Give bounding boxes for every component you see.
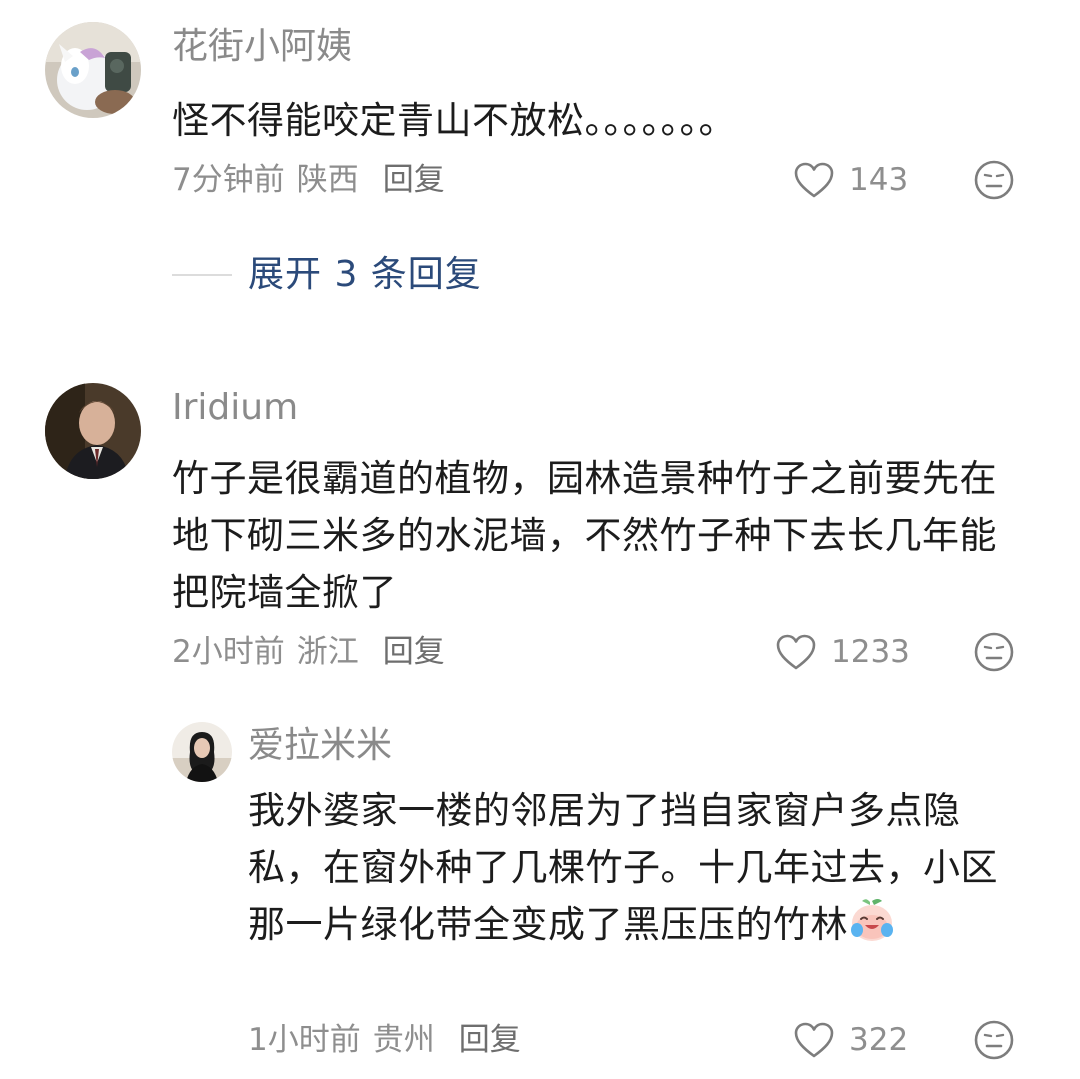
neutral-face-icon[interactable] — [973, 159, 1015, 201]
like-button[interactable]: 143 — [793, 158, 908, 202]
location: 贵州 — [372, 1022, 435, 1058]
comment-meta: 2小时前 浙江 回复 — [172, 632, 445, 672]
expand-replies-label: 展开 3 条回复 — [248, 254, 482, 295]
crying-laughing-emoji — [851, 899, 893, 941]
timestamp: 1小时前 — [248, 1022, 361, 1058]
divider — [172, 274, 232, 276]
neutral-face-icon[interactable] — [973, 1019, 1015, 1061]
location: 陕西 — [296, 162, 359, 198]
like-count: 322 — [849, 1022, 909, 1058]
like-count: 1233 — [831, 634, 910, 670]
like-button[interactable]: 322 — [793, 1018, 908, 1062]
comment-meta: 7分钟前 陕西 回复 — [172, 160, 445, 200]
heart-icon — [794, 162, 834, 198]
comment-text: 竹子是很霸道的植物，园林造景种竹子之前要先在地下砌三米多的水泥墙，不然竹子种下去… — [172, 457, 997, 614]
heart-icon — [794, 1022, 834, 1058]
reply-item: 爱拉米米 我外婆家一楼的邻居为了挡自家窗户多点隐私，在窗外种了几棵竹子。十几年过… — [0, 712, 1080, 1079]
avatar[interactable] — [45, 383, 141, 479]
heart-icon — [776, 634, 816, 670]
comment-item: Iridium 竹子是很霸道的植物，园林造景种竹子之前要先在地下砌三米多的水泥墙… — [0, 370, 1080, 700]
like-count: 143 — [849, 162, 909, 198]
timestamp: 2小时前 — [172, 634, 285, 670]
comment-meta: 1小时前 贵州 回复 — [248, 1020, 521, 1060]
username[interactable]: Iridium — [172, 386, 298, 430]
avatar[interactable] — [45, 22, 141, 118]
expand-replies-button[interactable]: 展开 3 条回复 — [172, 250, 482, 300]
like-button[interactable]: 1233 — [775, 630, 910, 674]
comment-item: 花街小阿姨 怪不得能咬定青山不放松。。。。。。。 7分钟前 陕西 回复 143 展开… — [0, 0, 1080, 320]
location: 浙江 — [296, 634, 359, 670]
comment-text: 我外婆家一楼的邻居为了挡自家窗户多点隐私，在窗外种了几棵竹子。十几年过去，小区那… — [248, 782, 1018, 953]
reply-button[interactable]: 回复 — [459, 1022, 521, 1058]
comment-text: 怪不得能咬定青山不放松。。。。。。。 — [172, 99, 736, 142]
timestamp: 7分钟前 — [172, 162, 285, 198]
reply-button[interactable]: 回复 — [383, 634, 445, 670]
username[interactable]: 花街小阿姨 — [172, 25, 352, 69]
neutral-face-icon[interactable] — [973, 631, 1015, 673]
username[interactable]: 爱拉米米 — [248, 724, 392, 768]
avatar[interactable] — [172, 722, 232, 782]
reply-button[interactable]: 回复 — [383, 162, 445, 198]
